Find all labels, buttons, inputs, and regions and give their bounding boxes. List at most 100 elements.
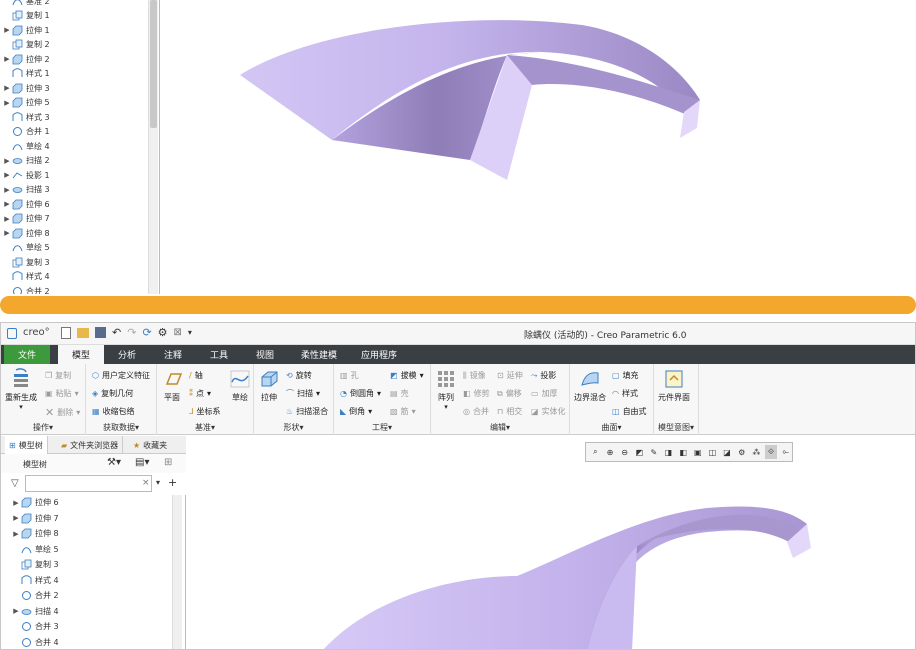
round-button[interactable]: ◔ 倒圆角 ▾ (340, 388, 381, 399)
bottom-tree-scrollbar[interactable] (172, 495, 182, 649)
menu-tab[interactable]: 应用程序 (350, 345, 408, 364)
undo-icon[interactable]: ↶ (112, 326, 121, 339)
repaint-icon[interactable]: ◩ (633, 445, 646, 459)
perspective-icon[interactable]: ◫ (706, 445, 719, 459)
copy-button[interactable]: ❐ 复制 (45, 370, 71, 381)
tree-row[interactable]: 合并 3 (11, 619, 59, 634)
revolve-button[interactable]: ⟲ 旋转 (286, 370, 312, 381)
expand-arrow-icon[interactable]: ▶ (2, 215, 12, 223)
thicken-button[interactable]: ▭ 加厚 (531, 388, 558, 399)
regenerate-button[interactable]: 重新生成 ▾ (5, 368, 37, 411)
group-label-engineering[interactable]: 工程▾ (334, 422, 430, 433)
expand-arrow-icon[interactable]: ▶ (2, 229, 12, 237)
freestyle-button[interactable]: ◫ 自由式 (612, 406, 647, 417)
tree-row[interactable]: 基准 2 (2, 0, 50, 8)
tree-row[interactable]: ▶ 拉伸 6 (11, 495, 59, 510)
tree-row[interactable]: 复制 1 (2, 9, 50, 23)
top-3d-viewport[interactable] (162, 0, 916, 294)
close-window-icon[interactable]: ⊠ (174, 327, 182, 338)
menu-tab[interactable]: 工具 (196, 345, 242, 364)
tree-row[interactable]: ▶ 投影 1 (2, 168, 49, 182)
expand-arrow-icon[interactable]: ▶ (2, 55, 12, 63)
expand-arrow-icon[interactable]: ▶ (2, 200, 12, 208)
expand-arrow-icon[interactable]: ▶ (11, 514, 21, 522)
shrinkwrap-button[interactable]: ▦ 收缩包络 (92, 406, 135, 417)
expand-arrow-icon[interactable]: ▶ (11, 499, 21, 507)
style-button[interactable]: ◠ 样式 (612, 388, 638, 399)
group-label-datum[interactable]: 基准▾ (157, 422, 253, 433)
tree-row[interactable]: 合并 2 (11, 588, 59, 603)
sketch-button[interactable]: 草绘 (229, 368, 251, 403)
mirror-button[interactable]: ⫼ 镜像 (463, 370, 486, 381)
customize-icon[interactable]: ▾ (188, 328, 192, 337)
group-label-get-data[interactable]: 获取数据▾ (86, 422, 156, 433)
datum-display-icon[interactable]: ⚙ (735, 445, 748, 459)
tree-row[interactable]: ▶ 扫描 2 (2, 154, 49, 168)
redo-icon[interactable]: ↷ (127, 326, 136, 339)
add-filter-icon[interactable]: + (168, 476, 177, 489)
menu-tab[interactable]: 视图 (242, 345, 288, 364)
tab-folder-browser[interactable]: ▰ 文件夹浏览器 (57, 436, 124, 454)
pick-filter-icon[interactable]: ⟜ (779, 445, 792, 459)
new-icon[interactable] (61, 326, 71, 339)
tree-row[interactable]: 复制 2 (2, 38, 50, 52)
regenerate-icon[interactable]: ⟳ (142, 326, 151, 339)
sweep-button[interactable]: ⌒ 扫描 ▾ (286, 388, 320, 399)
expand-arrow-icon[interactable]: ▶ (2, 186, 12, 194)
tree-row[interactable]: 草绘 5 (2, 241, 50, 255)
hole-button[interactable]: ▥ 孔 (340, 370, 359, 381)
expand-arrow-icon[interactable]: ▶ (2, 157, 12, 165)
tree-row[interactable]: 样式 4 (2, 270, 50, 284)
tree-row[interactable]: ▶ 拉伸 1 (2, 23, 50, 37)
open-icon[interactable] (77, 327, 89, 338)
expand-arrow-icon[interactable]: ▶ (11, 607, 21, 615)
fill-button[interactable]: ▢ 填充 (612, 370, 639, 381)
axis-button[interactable]: / 轴 (189, 370, 203, 381)
save-icon[interactable] (95, 327, 106, 338)
clear-search-icon[interactable]: × (142, 478, 150, 488)
settings-icon[interactable]: ⚙ (158, 326, 168, 339)
refit-icon[interactable]: ⌕ (589, 445, 602, 459)
menu-tab[interactable]: 柔性建模 (288, 345, 350, 364)
merge-button[interactable]: ◎ 合并 (463, 406, 489, 417)
group-label-editing[interactable]: 编辑▾ (431, 422, 569, 433)
pattern-button[interactable]: 阵列 ▾ (435, 368, 457, 411)
menu-tab[interactable]: 文件 (4, 345, 50, 364)
view-manager-icon[interactable]: ▣ (691, 445, 704, 459)
tree-columns-icon[interactable]: ▤▾ (135, 457, 149, 468)
group-label-model-intent[interactable]: 模型意图▾ (654, 422, 698, 433)
tree-row[interactable]: ▶ 拉伸 6 (2, 197, 50, 211)
saved-views-icon[interactable]: ◨ (662, 445, 675, 459)
boundary-blend-button[interactable]: 边界混合 (574, 368, 606, 403)
udf-button[interactable]: ⬡ 用户定义特征 (92, 370, 150, 381)
expand-arrow-icon[interactable]: ▶ (11, 530, 21, 538)
zoom-in-icon[interactable]: ⊕ (604, 445, 617, 459)
tree-row[interactable]: 样式 1 (2, 67, 50, 81)
delete-button[interactable]: ✕ 删除 ▾ (45, 406, 80, 419)
top-tree-scroll-thumb[interactable] (150, 0, 157, 128)
zoom-out-icon[interactable]: ⊖ (618, 445, 631, 459)
menu-tab[interactable]: 模型 (58, 345, 104, 364)
search-options-icon[interactable]: ▾ (156, 478, 160, 487)
offset-button[interactable]: ⧉ 偏移 (497, 388, 522, 399)
expand-arrow-icon[interactable]: ▶ (2, 99, 12, 107)
component-interface-button[interactable]: 元件界面 (658, 368, 690, 403)
tree-row[interactable]: 草绘 4 (2, 139, 50, 153)
spin-center-icon[interactable]: ⟐ (764, 445, 778, 459)
tree-row[interactable]: 合并 1 (2, 125, 50, 139)
copy-geometry-button[interactable]: ◈ 复制几何 (92, 388, 133, 399)
menu-tab[interactable]: 分析 (104, 345, 150, 364)
draft-button[interactable]: ◩ 拔模 ▾ (390, 370, 424, 381)
group-label-surfaces[interactable]: 曲面▾ (570, 422, 653, 433)
group-label-shapes[interactable]: 形状▾ (254, 422, 333, 433)
tree-row[interactable]: ▶ 扫描 4 (11, 604, 58, 619)
swept-blend-button[interactable]: ♨ 扫描混合 (286, 406, 328, 417)
expand-arrow-icon[interactable]: ▶ (2, 84, 12, 92)
tab-favorites[interactable]: ★ 收藏夹 (129, 436, 171, 454)
menu-tab[interactable]: 注释 (150, 345, 196, 364)
trim-button[interactable]: ◧ 修剪 (463, 388, 490, 399)
tree-row[interactable]: ▶ 拉伸 7 (2, 212, 50, 226)
project-button[interactable]: ⤳ 投影 (531, 370, 556, 381)
rib-button[interactable]: ▧ 筋 ▾ (390, 406, 416, 417)
tree-row[interactable]: 复制 3 (2, 255, 50, 269)
